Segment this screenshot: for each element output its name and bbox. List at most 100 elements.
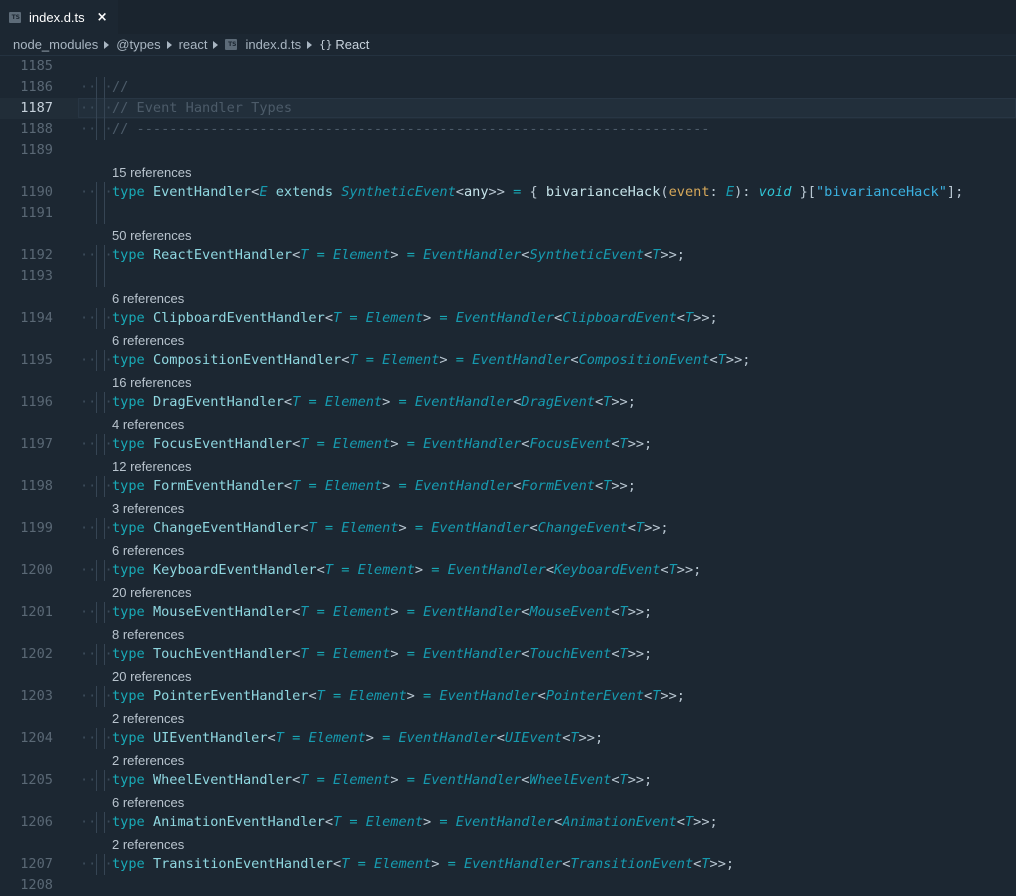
code-lens-references[interactable]: 6 references xyxy=(112,791,184,812)
code-line[interactable]: 1203 ·· · type PointerEventHandler<T = Ele… xyxy=(0,686,1016,707)
code-line[interactable]: 1192 ·· · type ReactEventHandler<T = Eleme… xyxy=(0,245,1016,266)
punctuation: < xyxy=(537,688,546,704)
type-reference: EventHandler xyxy=(447,562,546,578)
code-lens-references[interactable]: 8 references xyxy=(112,623,184,644)
code-line[interactable]: 1198 ·· · type FormEventHandler<T = Elemen… xyxy=(0,476,1016,497)
keyword: type xyxy=(112,604,145,620)
line-number: 1190 xyxy=(20,184,53,200)
punctuation xyxy=(145,310,153,326)
punctuation: < xyxy=(529,520,538,536)
punctuation xyxy=(358,310,366,326)
code-lens-references[interactable]: 4 references xyxy=(112,413,184,434)
whitespace-dots: ·· · xyxy=(80,478,113,494)
code-content: type ChangeEventHandler<T = Element> = E… xyxy=(112,518,669,539)
code-line[interactable]: 1191 xyxy=(0,203,1016,224)
punctuation xyxy=(317,478,325,494)
type-reference: EventHandler xyxy=(439,688,538,704)
code-line[interactable]: 1199 ·· · type ChangeEventHandler<T = Elem… xyxy=(0,518,1016,539)
chevron-right-icon xyxy=(104,40,110,49)
punctuation: = xyxy=(365,352,374,368)
type-name: TouchEventHandler xyxy=(152,646,293,662)
code-line[interactable]: 1201 ·· · type MouseEventHandler <T = Eleme… xyxy=(0,602,1016,623)
whitespace-dots: ·· · xyxy=(80,79,113,95)
line-number: 1201 xyxy=(20,604,53,620)
breadcrumb-item-node-modules[interactable]: node_modules xyxy=(13,37,98,52)
punctuation: < xyxy=(611,646,620,662)
code-line[interactable]: 1188 ·· ·// -----------------------------… xyxy=(0,119,1016,140)
code-line[interactable]: 1196 ·· · type DragEventHandler<T = Elemen… xyxy=(0,392,1016,413)
code-line[interactable]: 1189 xyxy=(0,140,1016,161)
code-line[interactable]: 1185 xyxy=(0,56,1016,77)
code-lens-references[interactable]: 15 references xyxy=(112,161,192,182)
code-line[interactable]: 1208 xyxy=(0,875,1016,896)
breadcrumb-item-react-namespace[interactable]: React xyxy=(335,37,369,52)
punctuation xyxy=(145,562,153,578)
whitespace-dots: ·· · xyxy=(80,814,113,830)
type-name: MouseEventHandler xyxy=(152,604,293,620)
type-parameter: T xyxy=(619,604,628,620)
code-line[interactable]: 1187 ·· ·// Event Handler Types xyxy=(0,98,1016,119)
code-line[interactable]: 1197 ·· · type FocusEventHandler <T = Eleme… xyxy=(0,434,1016,455)
tab-bar: TS index.d.ts × xyxy=(0,0,1016,34)
line-number: 1189 xyxy=(20,142,53,158)
punctuation xyxy=(317,520,325,536)
tab-index-d-ts[interactable]: TS index.d.ts × xyxy=(0,0,118,34)
punctuation xyxy=(308,604,316,620)
code-lens-references[interactable]: 16 references xyxy=(112,371,192,392)
code-lens-references[interactable]: 20 references xyxy=(112,581,192,602)
code-lens-references[interactable]: 20 references xyxy=(112,665,192,686)
code-lens-references[interactable]: 2 references xyxy=(112,833,184,854)
line-number: 1186 xyxy=(20,79,53,95)
code-editor[interactable]: 1185 1186 ·· ·//1187 ·· ·// Event Handler T… xyxy=(0,56,1016,896)
breadcrumb-item-react[interactable]: react xyxy=(179,37,208,52)
punctuation xyxy=(358,814,366,830)
punctuation xyxy=(145,394,153,410)
code-line[interactable]: 1207 ·· · type TransitionEventHandler<T = … xyxy=(0,854,1016,875)
type-reference: UIEvent xyxy=(504,730,563,746)
close-icon[interactable]: × xyxy=(97,10,108,25)
type-parameter: T xyxy=(619,772,628,788)
code-line[interactable]: 1204 ·· · type UIEventHandler<T = Element>… xyxy=(0,728,1016,749)
punctuation xyxy=(333,520,341,536)
punctuation: = xyxy=(406,247,415,263)
code-line[interactable]: 1205 ·· · type WheelEventHandler <T = Eleme… xyxy=(0,770,1016,791)
line-number: 1195 xyxy=(20,352,53,368)
code-line[interactable]: 1194 ·· · type ClipboardEventHandler<T = E… xyxy=(0,308,1016,329)
code-lens-references[interactable]: 3 references xyxy=(112,497,184,518)
punctuation: >>; xyxy=(693,310,718,326)
type-reference: SyntheticEvent xyxy=(529,247,645,263)
code-line[interactable]: 1200 ·· · type KeyboardEventHandler<T = El… xyxy=(0,560,1016,581)
type-reference: Element xyxy=(382,352,440,368)
punctuation xyxy=(145,436,153,452)
code-lens-references[interactable]: 2 references xyxy=(112,749,184,770)
punctuation: = xyxy=(308,394,317,410)
breadcrumb-item-types[interactable]: @types xyxy=(116,37,160,52)
punctuation: < xyxy=(676,310,685,326)
punctuation xyxy=(448,310,456,326)
type-name: ChangeEventHandler xyxy=(152,520,301,536)
line-number: 1196 xyxy=(20,394,53,410)
type-name: FormEventHandler xyxy=(152,478,284,494)
line-number: 1208 xyxy=(20,877,53,893)
code-lens-references[interactable]: 2 references xyxy=(112,707,184,728)
type-reference: Element xyxy=(308,730,366,746)
code-lens-references[interactable]: 6 references xyxy=(112,329,184,350)
punctuation: < xyxy=(554,310,563,326)
code-line[interactable]: 1186 ·· ·// xyxy=(0,77,1016,98)
code-line[interactable]: 1193 xyxy=(0,266,1016,287)
breadcrumb-item-index-d-ts[interactable]: index.d.ts xyxy=(245,37,301,52)
code-lens-references[interactable]: 6 references xyxy=(112,539,184,560)
code-line[interactable]: 1202 ·· · type TouchEventHandler <T = Eleme… xyxy=(0,644,1016,665)
type-name: UIEventHandler xyxy=(152,730,268,746)
code-line[interactable]: 1190 ·· · type EventHandler < E extends Synt… xyxy=(0,182,1016,203)
code-line[interactable]: 1195 ·· · type CompositionEventHandler<T =… xyxy=(0,350,1016,371)
code-lens-references[interactable]: 6 references xyxy=(112,287,184,308)
type-reference: EventHandler xyxy=(423,247,522,263)
type-reference: Element xyxy=(333,436,391,452)
punctuation: >>; xyxy=(627,604,653,620)
code-lens-references[interactable]: 50 references xyxy=(112,224,192,245)
code-lens-references[interactable]: 12 references xyxy=(112,455,192,476)
code-line[interactable]: 1206 ·· · type AnimationEventHandler<T = E… xyxy=(0,812,1016,833)
breadcrumb: node_modules @types react TS index.d.ts … xyxy=(0,34,1016,56)
punctuation: > xyxy=(398,520,415,536)
